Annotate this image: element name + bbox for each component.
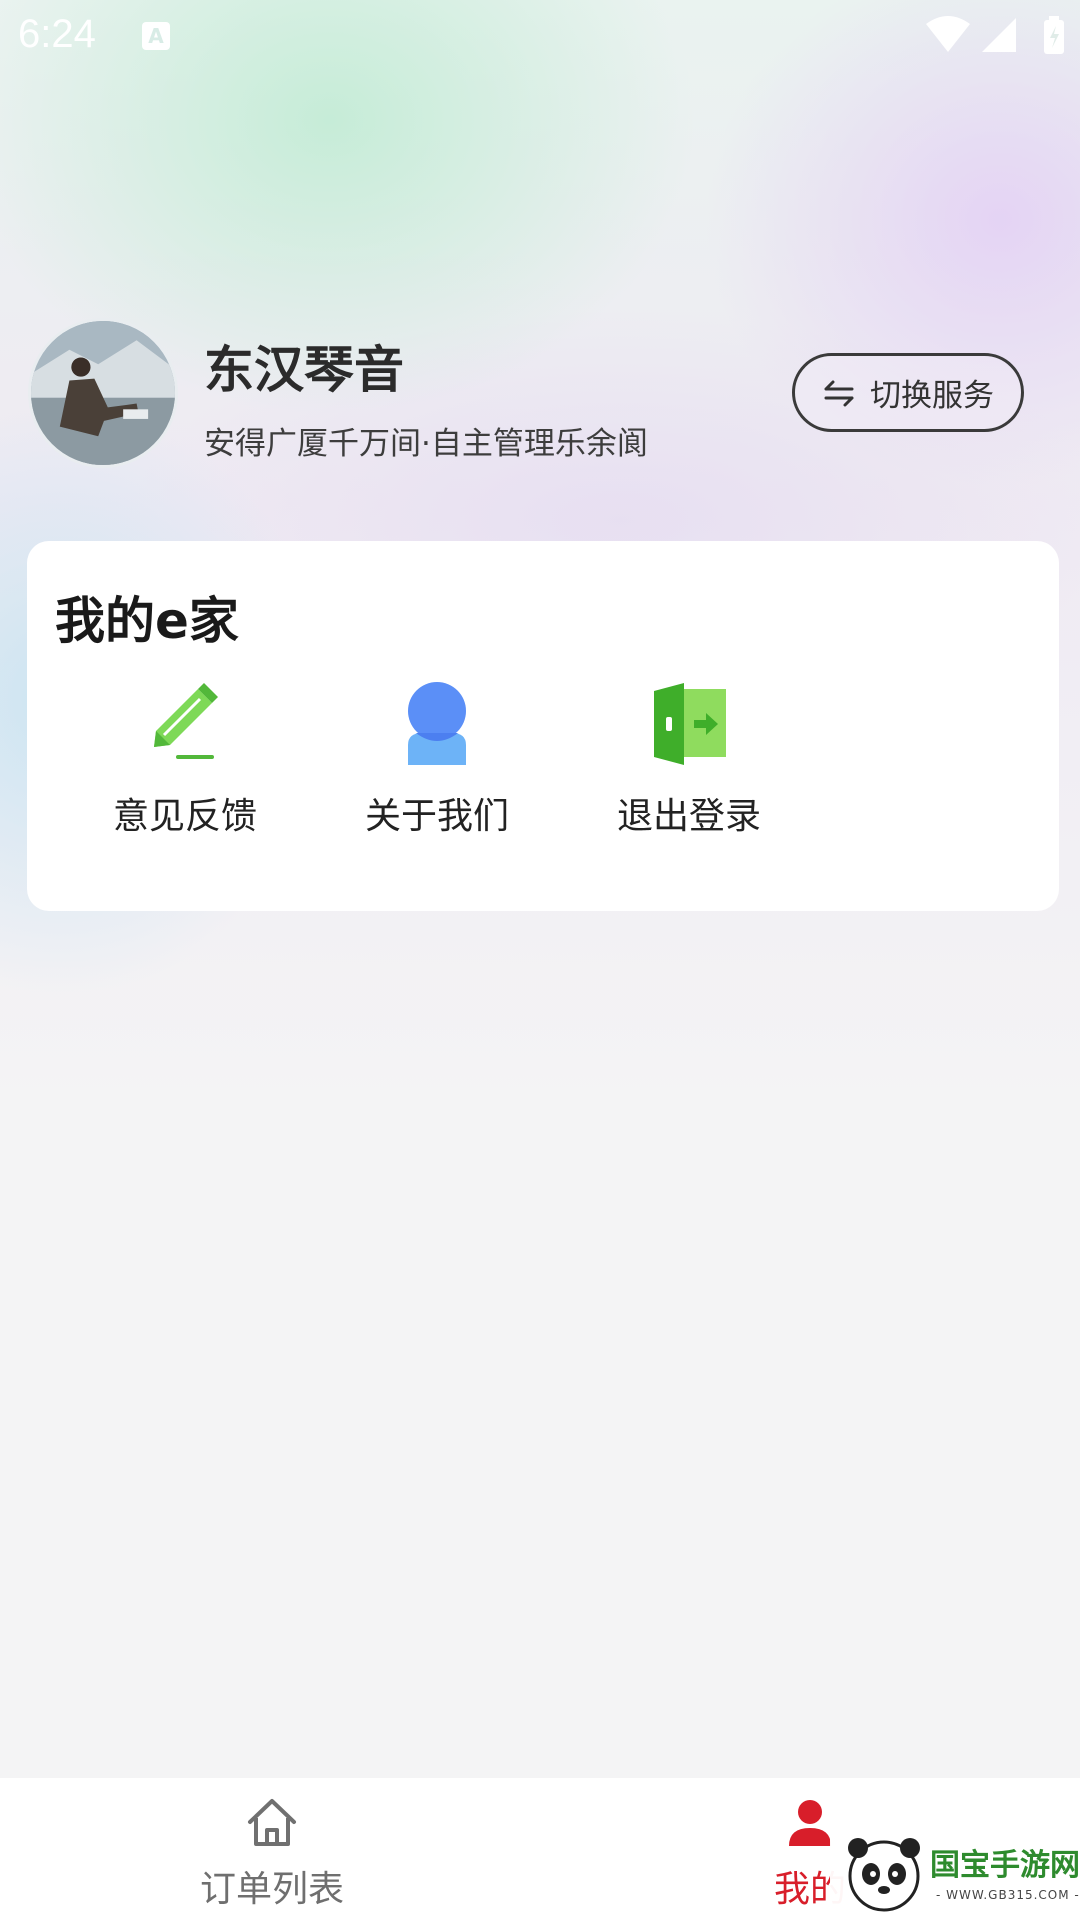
battery-icon bbox=[1044, 16, 1064, 54]
signal-icon bbox=[982, 18, 1016, 52]
panda-logo-icon bbox=[848, 1838, 920, 1912]
user-icon bbox=[408, 682, 466, 765]
wifi-icon bbox=[926, 16, 970, 52]
site-watermark: 国宝手游网 - WWW.GB315.COM - bbox=[830, 1826, 1080, 1920]
feedback-label: 意见反馈 bbox=[112, 796, 257, 837]
card-title: 我的e家 bbox=[55, 592, 239, 650]
status-icons bbox=[922, 14, 1072, 58]
avatar-photo bbox=[31, 321, 175, 465]
nav-order-list-label: 订单列表 bbox=[199, 1869, 344, 1910]
watermark-text: 国宝手游网 bbox=[930, 1848, 1080, 1883]
app-notification-icon: A bbox=[142, 22, 170, 50]
switch-service-button[interactable]: 切换服务 bbox=[792, 353, 1024, 432]
swap-arrows-icon bbox=[824, 380, 854, 406]
home-icon bbox=[248, 1799, 296, 1846]
logout-button[interactable]: 退出登录 bbox=[589, 681, 789, 837]
switch-service-label: 切换服务 bbox=[870, 378, 994, 414]
status-time: 6:24 bbox=[18, 12, 96, 56]
pencil-icon bbox=[154, 683, 218, 759]
nav-order-list[interactable]: 订单列表 bbox=[122, 1778, 422, 1920]
about-us-label: 关于我们 bbox=[364, 796, 509, 837]
about-us-button[interactable]: 关于我们 bbox=[337, 681, 537, 837]
my-home-card: 我的e家 意见反馈 关于我们 退出登录 bbox=[27, 541, 1059, 911]
user-icon bbox=[789, 1800, 831, 1846]
watermark-url: - WWW.GB315.COM - bbox=[936, 1888, 1080, 1902]
logout-label: 退出登录 bbox=[616, 796, 761, 837]
profile-name: 东汉琴音 bbox=[204, 341, 404, 399]
status-bar: 6:24 A bbox=[0, 0, 1080, 75]
profile-motto: 安得广厦千万间·自主管理乐余阆 bbox=[204, 426, 648, 462]
avatar[interactable] bbox=[28, 318, 178, 468]
feedback-button[interactable]: 意见反馈 bbox=[85, 681, 285, 837]
logout-door-icon bbox=[654, 683, 726, 765]
